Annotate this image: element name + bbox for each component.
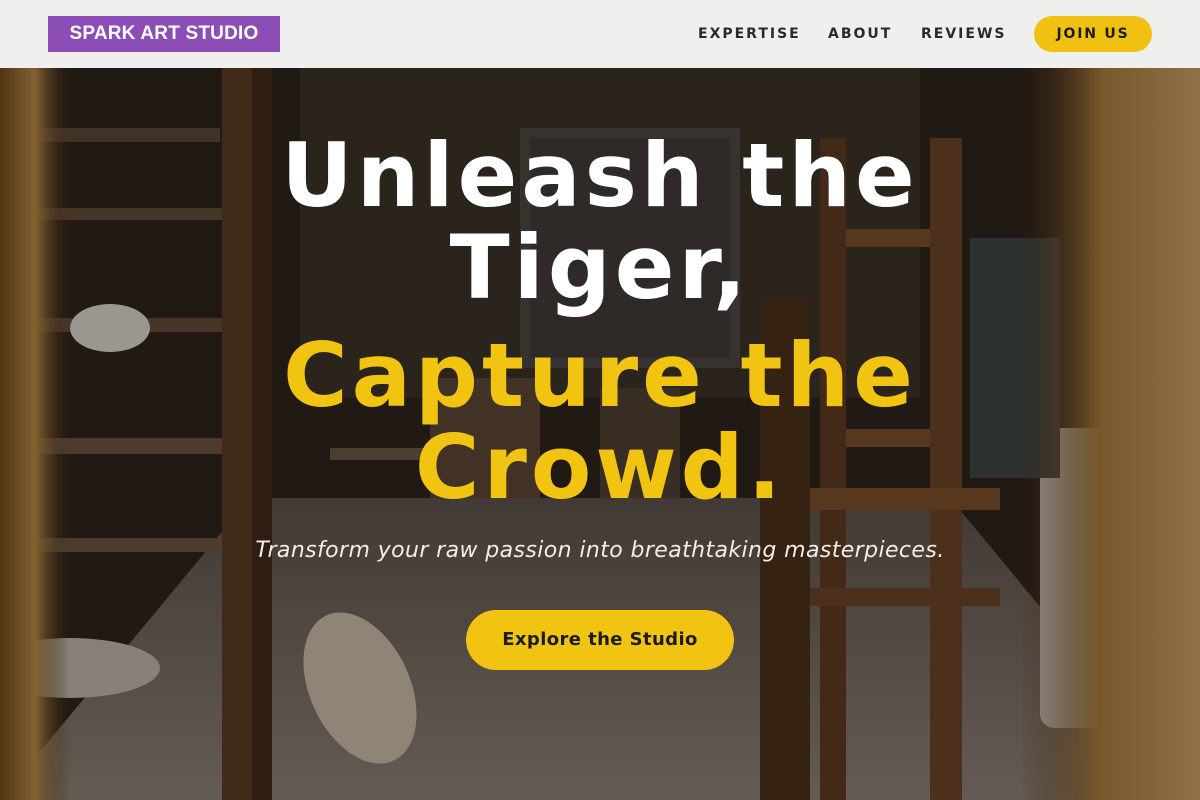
hero-headline-yellow: Capture the Crowd.	[0, 330, 1200, 514]
headline-line-1: Unleash the	[281, 124, 919, 227]
headline-line-4: Crowd.	[414, 416, 786, 519]
logo[interactable]: SPARK ART STUDIO	[48, 16, 280, 52]
nav-about[interactable]: ABOUT	[828, 25, 892, 43]
join-us-button[interactable]: JOIN US	[1034, 16, 1152, 52]
site-header: SPARK ART STUDIO EXPERTISE ABOUT REVIEWS…	[0, 0, 1200, 68]
explore-studio-button[interactable]: Explore the Studio	[466, 610, 734, 670]
nav-reviews[interactable]: REVIEWS	[921, 25, 1006, 43]
hero-section: Unleash the Tiger, Capture the Crowd. Tr…	[0, 68, 1200, 800]
headline-line-2: Tiger,	[449, 216, 751, 319]
headline-line-3: Capture the	[283, 324, 917, 427]
nav-expertise[interactable]: EXPERTISE	[698, 25, 801, 43]
hero-subtitle: Transform your raw passion into breathta…	[255, 538, 945, 563]
hero-headline-white: Unleash the Tiger,	[0, 130, 1200, 314]
